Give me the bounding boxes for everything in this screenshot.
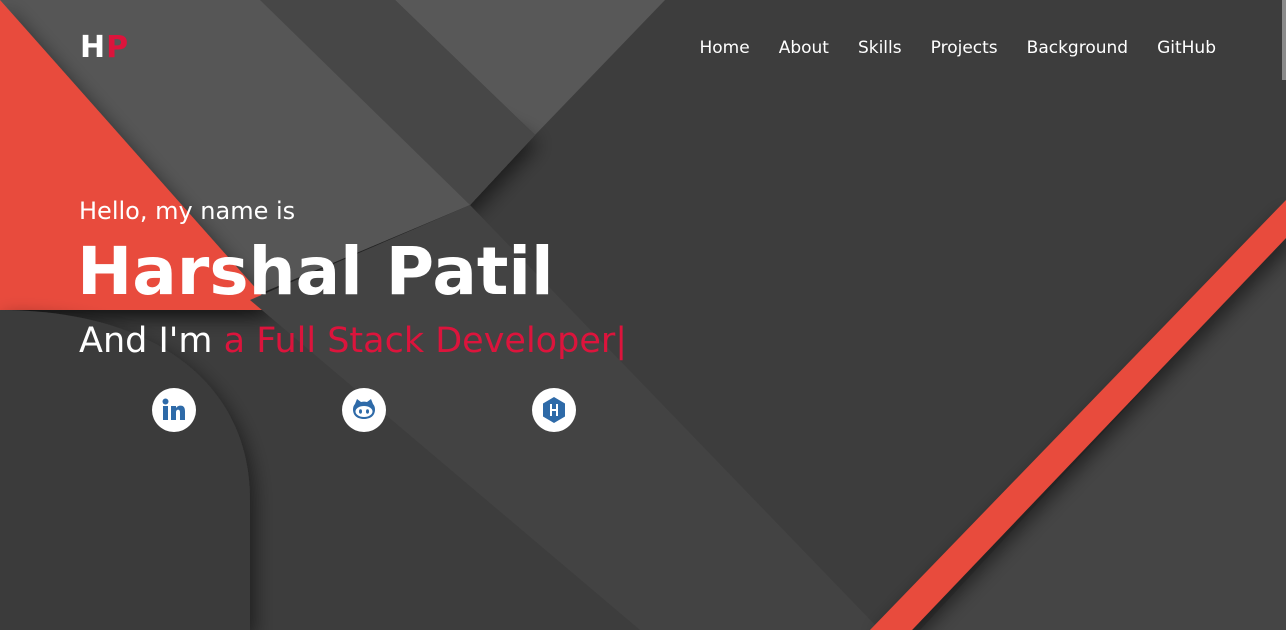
background-art — [0, 0, 1286, 630]
typing-cursor: | — [615, 321, 628, 361]
scrollbar[interactable] — [1282, 0, 1286, 80]
linkedin-icon — [162, 398, 185, 420]
nav-background[interactable]: Background — [1027, 36, 1128, 60]
brand-initial-h: H — [80, 30, 107, 65]
role-prefix: And I'm — [79, 321, 213, 361]
brand-initial-p: P — [106, 30, 130, 65]
github-link[interactable] — [342, 388, 386, 432]
nav-about[interactable]: About — [779, 36, 829, 60]
hero-role: And I'm a Full Stack Developer| — [79, 319, 627, 363]
hero-name: Harshal Patil — [77, 233, 554, 310]
brand-logo[interactable]: HP — [80, 30, 129, 66]
linkedin-link[interactable] — [152, 388, 196, 432]
github-icon — [353, 399, 375, 419]
nav-home[interactable]: Home — [699, 36, 749, 60]
role-typed-text: a Full Stack Developer — [223, 321, 616, 361]
page: HP Home About Skills Projects Background… — [0, 0, 1286, 630]
hackerrank-link[interactable] — [532, 388, 576, 432]
hackerrank-icon — [543, 397, 565, 423]
nav-projects[interactable]: Projects — [931, 36, 998, 60]
main-nav: Home About Skills Projects Background Gi… — [699, 36, 1216, 60]
nav-skills[interactable]: Skills — [858, 36, 902, 60]
nav-github[interactable]: GitHub — [1157, 36, 1216, 60]
hero-greeting: Hello, my name is — [79, 197, 296, 225]
